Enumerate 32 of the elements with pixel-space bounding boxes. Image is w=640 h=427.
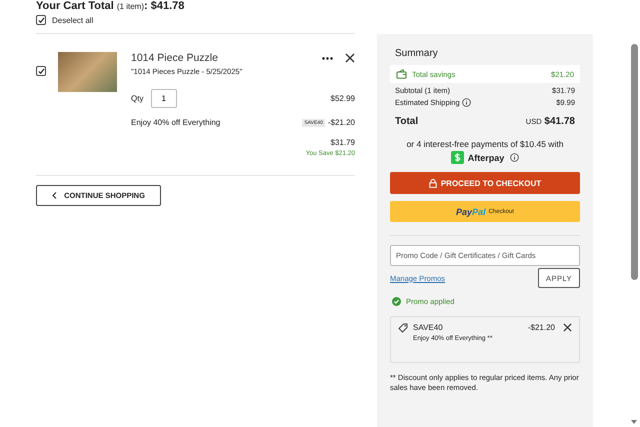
discount-amount: -$21.20	[328, 118, 355, 127]
scroll-down-icon[interactable]	[631, 420, 637, 424]
checkout-button[interactable]: PROCEED TO CHECKOUT	[390, 172, 580, 194]
final-price: $31.79	[330, 138, 355, 147]
qty-label: Qty	[131, 94, 144, 103]
total-label: Total	[395, 116, 418, 127]
chevron-left-icon	[52, 192, 58, 199]
summary-title: Summary	[395, 48, 439, 59]
info-icon[interactable]	[510, 153, 520, 162]
tag-icon	[398, 323, 408, 333]
wallet-icon	[396, 69, 407, 79]
cart-total-heading: Your Cart Total (1 item): $41.78	[36, 0, 186, 13]
check-circle-icon	[392, 297, 401, 306]
photo-placeholder	[58, 52, 117, 92]
close-icon[interactable]	[345, 53, 355, 63]
checkbox[interactable]	[36, 15, 46, 25]
item-price: $52.99	[330, 94, 355, 103]
promo-amount: -$21.20	[528, 323, 555, 332]
scrollbar-thumb[interactable]	[631, 44, 638, 280]
close-icon[interactable]	[563, 323, 572, 332]
promo-description: Enjoy 40% off Everything	[131, 118, 220, 127]
promo-code: SAVE40	[413, 323, 444, 332]
more-icon[interactable]	[322, 56, 333, 60]
lock-icon	[428, 178, 437, 188]
checkbox[interactable]	[36, 66, 46, 76]
installments-text: or 4 interest-free payments of $10.45 with	[406, 139, 564, 149]
info-icon[interactable]	[462, 98, 471, 107]
deselect-all-label[interactable]: Deselect all	[52, 16, 94, 24]
afterpay-label: Afterpay	[468, 152, 504, 162]
dollar-icon	[450, 151, 464, 164]
product-name: 1014 Piece Puzzle	[131, 52, 218, 64]
quantity-field[interactable]: 1	[151, 89, 178, 108]
